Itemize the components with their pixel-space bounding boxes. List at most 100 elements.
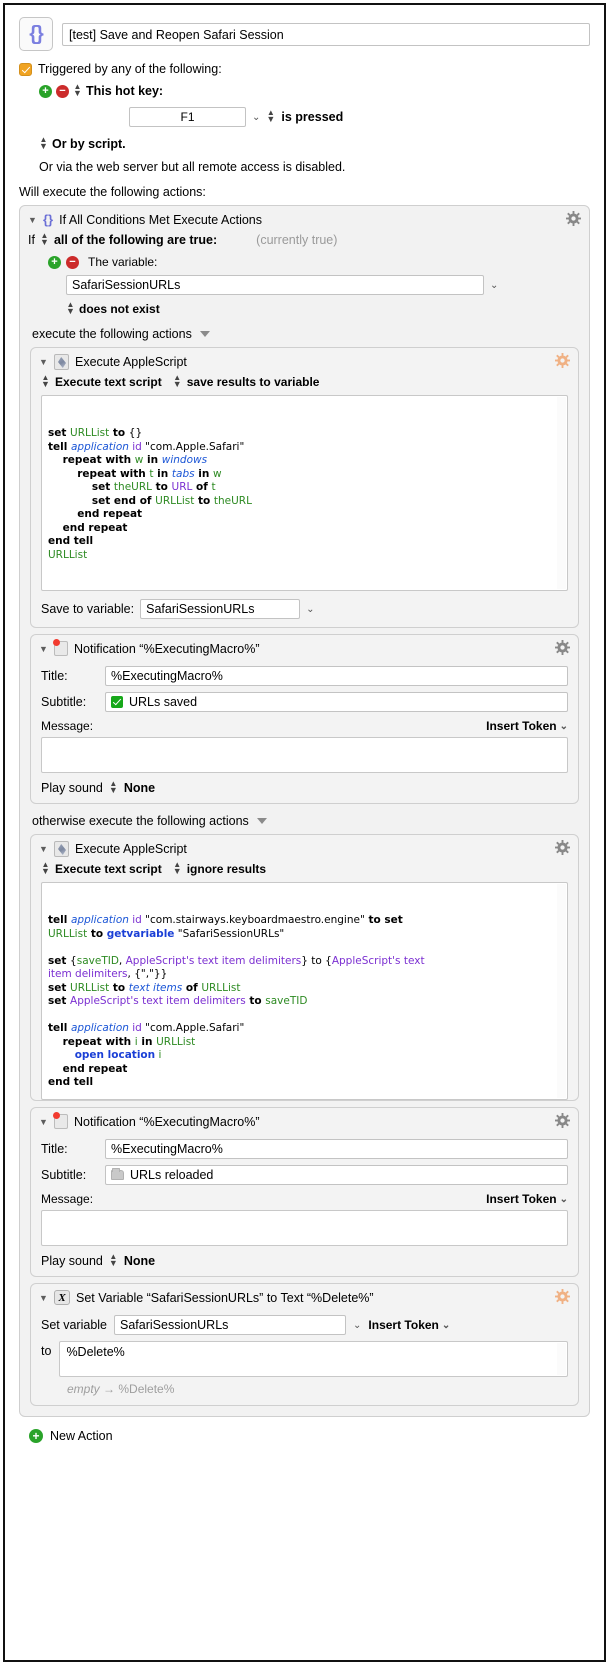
set-variable-gear-icon[interactable] bbox=[555, 1289, 570, 1304]
condition-mode-label[interactable]: all of the following are true: bbox=[54, 233, 217, 247]
hotkey-condition-stepper-icon[interactable]: ▲ ▼ bbox=[266, 109, 275, 124]
set-variable-insert-token-button[interactable]: Insert Token ⌄ bbox=[368, 1318, 450, 1332]
remove-condition-button[interactable]: − bbox=[66, 255, 79, 269]
applescript-then-gear-icon[interactable] bbox=[555, 353, 570, 368]
add-icon: + bbox=[29, 1429, 43, 1443]
applescript-else-results-label[interactable]: ignore results bbox=[187, 862, 266, 876]
notification-then-header[interactable]: ▼ Notification “%ExecutingMacro%” bbox=[31, 635, 578, 660]
notification-icon bbox=[53, 639, 68, 656]
notification-else-insert-token-button[interactable]: Insert Token ⌄ bbox=[486, 1192, 568, 1206]
trigger-enabled-checkbox[interactable] bbox=[19, 62, 32, 76]
if-disclosure-triangle-icon[interactable]: ▼ bbox=[28, 215, 37, 225]
trigger-type-stepper-icon[interactable]: ▲ ▼ bbox=[73, 83, 82, 98]
applescript-then-mode-stepper-icon[interactable]: ▲ ▼ bbox=[41, 374, 50, 389]
condition-operator-label[interactable]: does not exist bbox=[79, 302, 160, 316]
then-branch-disclosure-icon[interactable] bbox=[199, 331, 210, 337]
insert-token-label: Insert Token bbox=[368, 1318, 439, 1332]
macro-name-input[interactable]: [test] Save and Reopen Safari Session bbox=[62, 23, 590, 46]
if-gear-icon[interactable] bbox=[566, 211, 581, 226]
remove-trigger-button[interactable]: − bbox=[56, 84, 69, 98]
notification-then-title-row: Title: %ExecutingMacro% bbox=[31, 666, 578, 686]
notification-else-action: ▼ Notification “%ExecutingMacro%” Title:… bbox=[30, 1107, 579, 1277]
applescript-else-title: Execute AppleScript bbox=[75, 842, 187, 856]
notification-else-subtitle-input[interactable]: URLs reloaded bbox=[105, 1165, 568, 1185]
trigger-enabled-row[interactable]: Triggered by any of the following: bbox=[19, 62, 590, 76]
new-action-button[interactable]: + New Action bbox=[19, 1429, 590, 1443]
notification-then-subtitle-text: URLs saved bbox=[129, 695, 198, 709]
applescript-then-options-row: ▲ ▼ Execute text script ▲ ▼ save results t… bbox=[31, 374, 578, 390]
add-trigger-button[interactable]: + bbox=[39, 84, 52, 98]
else-branch-disclosure-icon[interactable] bbox=[256, 818, 267, 824]
notification-then-message-input[interactable] bbox=[41, 737, 568, 773]
notification-then-message-label: Message: bbox=[41, 719, 94, 733]
web-server-note: Or via the web server but all remote acc… bbox=[39, 160, 346, 174]
condition-mode-stepper-icon[interactable]: ▲ ▼ bbox=[40, 232, 49, 247]
save-to-variable-chevron-down-icon[interactable]: ⌄ bbox=[306, 604, 314, 615]
applescript-then-code-editor[interactable]: set URLList to {} tell application id "co… bbox=[41, 395, 568, 591]
then-branch-label-row: execute the following actions bbox=[30, 327, 579, 341]
applescript-else-results-stepper-icon[interactable]: ▲ ▼ bbox=[173, 861, 182, 876]
applescript-else-disclosure-triangle-icon[interactable]: ▼ bbox=[39, 844, 48, 854]
set-variable-preview-row: empty → %Delete% bbox=[31, 1377, 578, 1405]
applescript-then-results-stepper-icon[interactable]: ▲ ▼ bbox=[173, 374, 182, 389]
add-condition-button[interactable]: + bbox=[48, 255, 61, 269]
notification-else-message-input[interactable] bbox=[41, 1210, 568, 1246]
set-variable-header[interactable]: ▼ X Set Variable “SafariSessionURLs” to … bbox=[31, 1284, 578, 1309]
if-action-header[interactable]: ▼ {} If All Conditions Met Execute Actio… bbox=[20, 206, 589, 231]
notification-then-sound-stepper-icon[interactable]: ▲ ▼ bbox=[109, 780, 118, 795]
applescript-then-scrollbar[interactable] bbox=[557, 397, 566, 589]
notification-else-header[interactable]: ▼ Notification “%ExecutingMacro%” bbox=[31, 1108, 578, 1133]
notification-else-sound-stepper-icon[interactable]: ▲ ▼ bbox=[109, 1253, 118, 1268]
notification-then-gear-icon[interactable] bbox=[555, 640, 570, 655]
hotkey-chevron-down-icon[interactable]: ⌄ bbox=[252, 112, 260, 123]
applescript-else-scrollbar[interactable] bbox=[557, 884, 566, 1098]
notification-else-title-label: Title: bbox=[41, 1142, 68, 1156]
operator-stepper-icon[interactable]: ▲ ▼ bbox=[66, 301, 75, 316]
notification-else-title-input[interactable]: %ExecutingMacro% bbox=[105, 1139, 568, 1159]
set-variable-value-scrollbar[interactable] bbox=[557, 1343, 566, 1375]
variable-x-icon: X bbox=[54, 1290, 70, 1305]
notification-else-title-row: Title: %ExecutingMacro% bbox=[31, 1139, 578, 1159]
set-variable-name-row: Set variable SafariSessionURLs ⌄ Insert … bbox=[31, 1309, 578, 1335]
execute-applescript-else-action: ▼ Execute AppleScript ▲ ▼ Execute text s… bbox=[30, 834, 579, 1101]
script-trigger-stepper-icon[interactable]: ▲ ▼ bbox=[39, 136, 48, 151]
applescript-then-header[interactable]: ▼ Execute AppleScript bbox=[31, 348, 578, 374]
notification-then-disclosure-triangle-icon[interactable]: ▼ bbox=[39, 644, 48, 654]
macro-icon[interactable]: {} bbox=[19, 17, 53, 51]
set-variable-disclosure-triangle-icon[interactable]: ▼ bbox=[39, 1293, 48, 1303]
notification-else-disclosure-triangle-icon[interactable]: ▼ bbox=[39, 1117, 48, 1127]
condition-variable-chevron-down-icon[interactable]: ⌄ bbox=[490, 280, 498, 291]
notification-else-gear-icon[interactable] bbox=[555, 1113, 570, 1128]
applescript-else-gear-icon[interactable] bbox=[555, 840, 570, 855]
the-variable-label: The variable: bbox=[88, 255, 158, 269]
notification-then-sound-value[interactable]: None bbox=[124, 781, 155, 795]
save-to-variable-label: Save to variable: bbox=[41, 602, 135, 616]
hotkey-input[interactable]: F1 bbox=[129, 107, 246, 127]
set-variable-preview-value: %Delete% bbox=[118, 1382, 175, 1396]
applescript-then-disclosure-triangle-icon[interactable]: ▼ bbox=[39, 357, 48, 367]
script-trigger-label: Or by script. bbox=[52, 137, 126, 151]
notification-then-insert-token-button[interactable]: Insert Token ⌄ bbox=[486, 719, 568, 733]
insert-token-label: Insert Token bbox=[486, 719, 557, 733]
set-variable-value-input[interactable]: %Delete% bbox=[59, 1341, 568, 1377]
set-variable-label: Set variable bbox=[41, 1318, 108, 1332]
save-to-variable-input[interactable]: SafariSessionURLs bbox=[140, 599, 301, 619]
set-variable-name-input[interactable]: SafariSessionURLs bbox=[114, 1315, 347, 1335]
notification-then-play-sound-label: Play sound bbox=[41, 781, 103, 795]
applescript-else-header[interactable]: ▼ Execute AppleScript bbox=[31, 835, 578, 861]
notification-then-play-sound-row: Play sound ▲ ▼ None bbox=[31, 773, 578, 803]
else-branch-label: otherwise execute the following actions bbox=[32, 814, 249, 828]
applescript-else-mode-label[interactable]: Execute text script bbox=[55, 862, 162, 876]
notification-then-subtitle-input[interactable]: URLs saved bbox=[105, 692, 568, 712]
applescript-else-code-editor[interactable]: tell application id "com.stairways.keybo… bbox=[41, 882, 568, 1100]
insert-token-chevron-down-icon: ⌄ bbox=[559, 720, 568, 732]
notification-else-sound-value[interactable]: None bbox=[124, 1254, 155, 1268]
set-variable-chevron-down-icon[interactable]: ⌄ bbox=[353, 1320, 361, 1331]
if-all-conditions-action: ▼ {} If All Conditions Met Execute Actio… bbox=[19, 205, 590, 1417]
applescript-then-mode-label[interactable]: Execute text script bbox=[55, 375, 162, 389]
notification-then-title-input[interactable]: %ExecutingMacro% bbox=[105, 666, 568, 686]
notification-else-subtitle-label: Subtitle: bbox=[41, 1168, 87, 1182]
applescript-else-mode-stepper-icon[interactable]: ▲ ▼ bbox=[41, 861, 50, 876]
applescript-then-results-label[interactable]: save results to variable bbox=[187, 375, 320, 389]
condition-variable-input[interactable]: SafariSessionURLs bbox=[66, 275, 484, 295]
